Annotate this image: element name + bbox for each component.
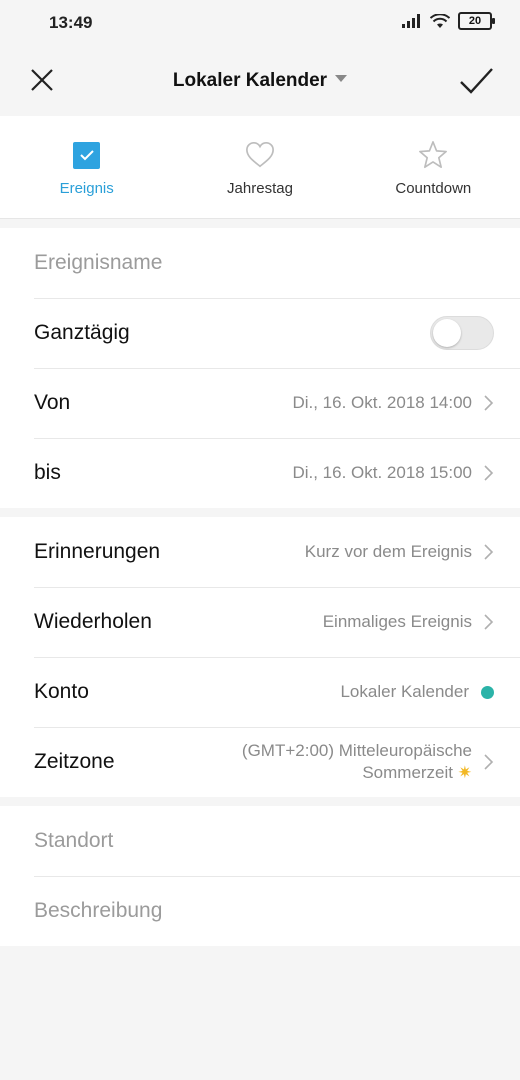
reminders-label: Erinnerungen (34, 540, 161, 563)
to-value: Di., 16. Okt. 2018 15:00 (292, 463, 472, 482)
event-details-section: Standort Beschreibung (0, 806, 520, 946)
status-icons: 20 (402, 12, 495, 30)
from-row[interactable]: Von Di., 16. Okt. 2018 14:00 (0, 368, 520, 438)
tab-countdown[interactable]: Countdown (347, 116, 520, 218)
signal-icon (402, 14, 420, 28)
account-row[interactable]: Konto Lokaler Kalender (0, 657, 520, 727)
tab-label: Ereignis (59, 180, 114, 197)
battery-icon: 20 (458, 12, 495, 30)
event-name-placeholder: Ereignisname (34, 251, 163, 274)
caret-down-icon (335, 75, 348, 83)
status-bar: 13:49 20 (0, 0, 520, 44)
description-field[interactable]: Beschreibung (0, 876, 520, 946)
page-title: Lokaler Kalender (172, 70, 328, 91)
checkbox-icon (73, 141, 101, 169)
event-name-field[interactable]: Ereignisname (0, 228, 520, 298)
timezone-value-line1: (GMT+2:00) Mitteleuropäische (241, 741, 472, 760)
reminders-value: Kurz vor dem Ereignis (304, 542, 472, 561)
account-value: Lokaler Kalender (340, 682, 469, 701)
chevron-right-icon (484, 614, 494, 630)
repeat-row[interactable]: Wiederholen Einmaliges Ereignis (0, 587, 520, 657)
sun-icon: ✷ (457, 763, 472, 782)
title-bar: Lokaler Kalender (0, 44, 520, 116)
timezone-row[interactable]: Zeitzone (GMT+2:00) Mitteleuropäische So… (0, 727, 520, 797)
event-time-section: Ereignisname Ganztägig Von Di., 16. Okt.… (0, 228, 520, 508)
check-icon[interactable] (456, 61, 496, 101)
chevron-right-icon (484, 544, 494, 560)
to-label: bis (34, 461, 61, 484)
wifi-icon (430, 13, 450, 28)
location-placeholder: Standort (34, 829, 114, 852)
account-color-dot (481, 685, 494, 699)
star-icon (419, 141, 448, 169)
timezone-value: (GMT+2:00) Mitteleuropäische Sommerzeit … (242, 740, 472, 784)
timezone-value-line2: Sommerzeit (362, 763, 454, 782)
tab-event[interactable]: Ereignis (0, 116, 173, 218)
repeat-label: Wiederholen (34, 610, 152, 633)
from-value: Di., 16. Okt. 2018 14:00 (292, 393, 472, 412)
status-time: 13:49 (49, 13, 93, 32)
location-field[interactable]: Standort (0, 806, 520, 876)
repeat-value: Einmaliges Ereignis (322, 612, 472, 631)
allday-row[interactable]: Ganztägig (0, 298, 520, 368)
tab-anniversary[interactable]: Jahrestag (173, 116, 346, 218)
heart-icon (246, 141, 274, 168)
description-placeholder: Beschreibung (34, 899, 163, 922)
tab-label: Countdown (395, 180, 472, 197)
account-label: Konto (34, 680, 89, 703)
tab-label: Jahrestag (227, 180, 293, 197)
battery-level: 20 (468, 15, 482, 27)
from-label: Von (34, 391, 71, 414)
allday-label: Ganztägig (34, 321, 130, 344)
timezone-label: Zeitzone (34, 750, 115, 773)
calendar-selector[interactable]: Lokaler Kalender (0, 70, 520, 92)
allday-toggle[interactable] (430, 316, 494, 350)
event-type-tabs: Ereignis Jahrestag Countdown (0, 116, 520, 219)
chevron-right-icon (484, 754, 494, 770)
chevron-right-icon (484, 465, 494, 481)
event-options-section: Erinnerungen Kurz vor dem Ereignis Wiede… (0, 517, 520, 797)
chevron-right-icon (484, 395, 494, 411)
reminders-row[interactable]: Erinnerungen Kurz vor dem Ereignis (0, 517, 520, 587)
to-row[interactable]: bis Di., 16. Okt. 2018 15:00 (0, 438, 520, 508)
